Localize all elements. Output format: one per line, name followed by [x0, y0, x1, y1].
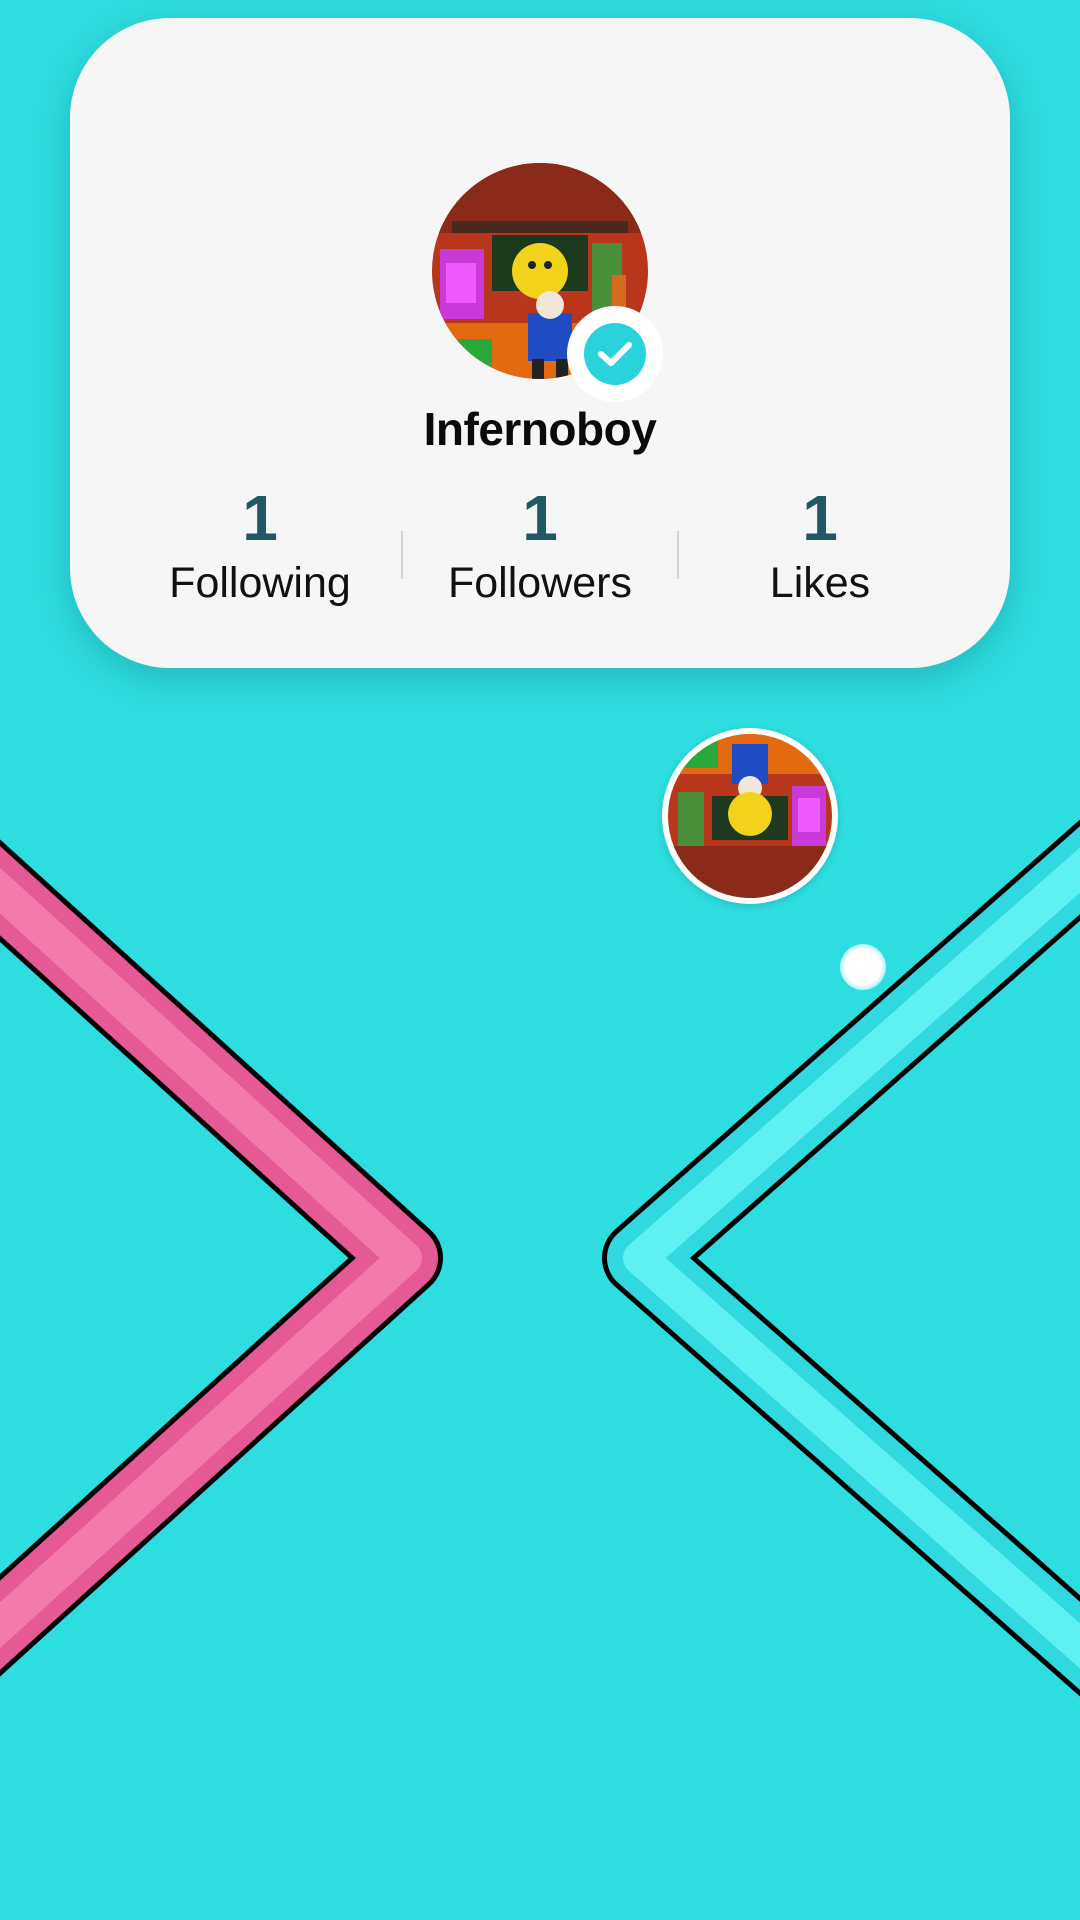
followers-label: Followers: [448, 559, 632, 607]
right-paddle[interactable]: [602, 782, 1080, 1734]
profile-card: Infernoboy 1 Following 1 Followers 1 Lik…: [70, 18, 1010, 668]
likes-label: Likes: [769, 559, 871, 607]
followers-count: 1: [522, 482, 558, 554]
player-avatar-icon: [662, 728, 838, 904]
stat-likes[interactable]: 1 Likes: [680, 486, 960, 605]
following-count: 1: [242, 482, 278, 554]
stat-followers[interactable]: 1 Followers: [400, 486, 680, 605]
following-label: Following: [169, 559, 351, 607]
left-paddle[interactable]: [0, 800, 443, 1716]
stat-divider: [677, 531, 679, 579]
ball-icon: [840, 944, 886, 990]
profile-username: Infernoboy: [423, 403, 657, 455]
likes-count: 1: [802, 482, 838, 554]
stat-following[interactable]: 1 Following: [120, 486, 400, 605]
verified-badge-icon: [567, 306, 663, 402]
